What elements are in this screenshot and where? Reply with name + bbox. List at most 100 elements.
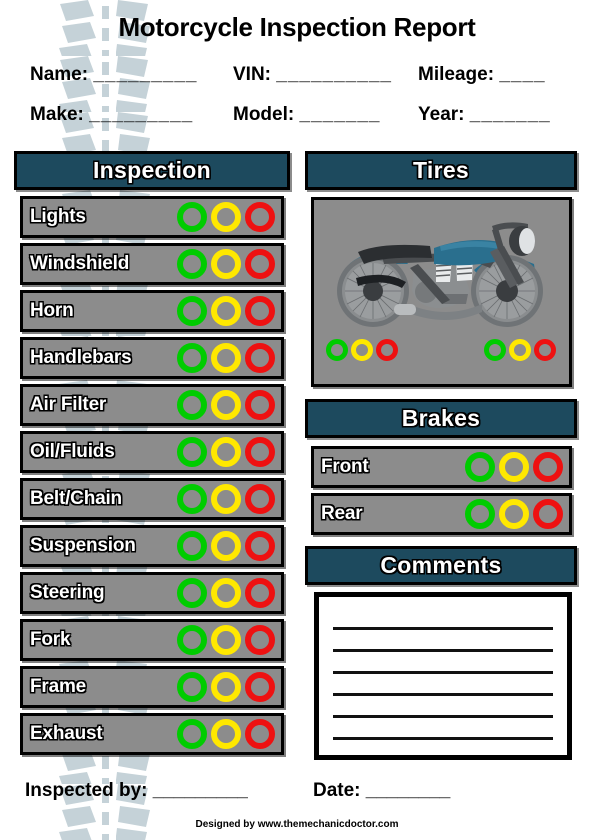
rating-dot-red[interactable] (245, 202, 275, 232)
rating-dot-yellow[interactable] (499, 452, 529, 482)
rating-dot-red[interactable] (534, 339, 556, 361)
inspection-rating-group[interactable] (177, 437, 275, 467)
inspection-rating-group[interactable] (177, 202, 275, 232)
inspection-row-label: Frame (30, 676, 87, 697)
rating-dot-yellow[interactable] (211, 202, 241, 232)
rating-dot-green[interactable] (177, 625, 207, 655)
inspected-by-field[interactable]: Inspected by: _________ (25, 780, 248, 802)
vin-field[interactable]: VIN: __________ (233, 64, 392, 86)
rating-dot-yellow[interactable] (211, 719, 241, 749)
inspection-row[interactable]: Handlebars (20, 337, 284, 379)
rating-dot-green[interactable] (484, 339, 506, 361)
inspection-rating-group[interactable] (177, 296, 275, 326)
rating-dot-green[interactable] (177, 578, 207, 608)
inspection-row[interactable]: Frame (20, 666, 284, 708)
rating-dot-red[interactable] (245, 437, 275, 467)
rating-dot-green[interactable] (177, 672, 207, 702)
rating-dot-yellow[interactable] (211, 578, 241, 608)
inspection-rating-group[interactable] (177, 719, 275, 749)
rating-dot-red[interactable] (245, 390, 275, 420)
inspection-rating-group[interactable] (177, 672, 275, 702)
inspection-rating-group[interactable] (177, 343, 275, 373)
brake-row[interactable]: Front (311, 446, 572, 488)
inspection-row-label: Oil/Fluids (30, 441, 115, 462)
rating-dot-yellow[interactable] (211, 296, 241, 326)
brake-rating-group[interactable] (465, 499, 563, 529)
inspection-row[interactable]: Suspension (20, 525, 284, 567)
rating-dot-green[interactable] (177, 719, 207, 749)
rating-dot-green[interactable] (326, 339, 348, 361)
rating-dot-yellow[interactable] (211, 249, 241, 279)
rating-dot-green[interactable] (177, 249, 207, 279)
rating-dot-red[interactable] (245, 343, 275, 373)
rating-dot-green[interactable] (177, 390, 207, 420)
year-field[interactable]: Year: _______ (418, 104, 551, 126)
inspection-row[interactable]: Horn (20, 290, 284, 332)
rating-dot-yellow[interactable] (211, 531, 241, 561)
rating-dot-yellow[interactable] (351, 339, 373, 361)
rating-dot-green[interactable] (465, 452, 495, 482)
make-field[interactable]: Make: _________ (30, 104, 193, 126)
inspection-rating-group[interactable] (177, 578, 275, 608)
rating-dot-red[interactable] (245, 484, 275, 514)
brake-rating-group[interactable] (465, 452, 563, 482)
comments-section-header: Comments (305, 546, 577, 585)
name-field[interactable]: Name: _________ (30, 64, 197, 86)
front-tire-rating-group[interactable] (484, 339, 556, 361)
inspection-rating-group[interactable] (177, 625, 275, 655)
rating-dot-red[interactable] (245, 296, 275, 326)
model-field[interactable]: Model: _______ (233, 104, 380, 126)
rating-dot-red[interactable] (245, 531, 275, 561)
rating-dot-green[interactable] (177, 531, 207, 561)
brakes-heading: Brakes (401, 405, 481, 431)
rating-dot-red[interactable] (245, 249, 275, 279)
inspected-by-label: Inspected by: (25, 780, 148, 801)
rating-dot-yellow[interactable] (211, 343, 241, 373)
inspection-rating-group[interactable] (177, 531, 275, 561)
inspection-rating-group[interactable] (177, 484, 275, 514)
rating-dot-red[interactable] (245, 672, 275, 702)
inspection-row[interactable]: Air Filter (20, 384, 284, 426)
comments-input[interactable] (314, 592, 572, 760)
rating-dot-yellow[interactable] (211, 390, 241, 420)
inspection-row[interactable]: Oil/Fluids (20, 431, 284, 473)
motorcycle-illustration (337, 222, 543, 327)
page-title: Motorcycle Inspection Report (118, 12, 476, 42)
date-field[interactable]: Date: ________ (313, 780, 450, 802)
rating-dot-yellow[interactable] (211, 484, 241, 514)
inspection-row[interactable]: Exhaust (20, 713, 284, 755)
rating-dot-red[interactable] (533, 452, 563, 482)
brake-row[interactable]: Rear (311, 493, 572, 535)
inspection-row[interactable]: Windshield (20, 243, 284, 285)
rating-dot-yellow[interactable] (211, 437, 241, 467)
inspection-rating-group[interactable] (177, 390, 275, 420)
rating-dot-red[interactable] (245, 625, 275, 655)
rating-dot-yellow[interactable] (211, 625, 241, 655)
inspection-row-label: Air Filter (30, 394, 107, 415)
rating-dot-yellow[interactable] (499, 499, 529, 529)
rear-tire-rating-group[interactable] (326, 339, 398, 361)
rating-dot-green[interactable] (177, 343, 207, 373)
inspection-row[interactable]: Belt/Chain (20, 478, 284, 520)
comment-line (333, 649, 553, 652)
inspection-row[interactable]: Steering (20, 572, 284, 614)
rating-dot-yellow[interactable] (509, 339, 531, 361)
rating-dot-red[interactable] (533, 499, 563, 529)
inspection-rating-group[interactable] (177, 249, 275, 279)
rating-dot-red[interactable] (245, 719, 275, 749)
inspection-row[interactable]: Fork (20, 619, 284, 661)
rating-dot-green[interactable] (177, 484, 207, 514)
rating-dot-green[interactable] (177, 296, 207, 326)
rating-dot-red[interactable] (245, 578, 275, 608)
rating-dot-red[interactable] (376, 339, 398, 361)
make-blank: _________ (89, 104, 194, 125)
inspection-row-label: Fork (30, 629, 71, 650)
rating-dot-yellow[interactable] (211, 672, 241, 702)
comment-line (333, 737, 553, 740)
comment-line (333, 627, 553, 630)
rating-dot-green[interactable] (177, 202, 207, 232)
inspection-row[interactable]: Lights (20, 196, 284, 238)
rating-dot-green[interactable] (465, 499, 495, 529)
mileage-field[interactable]: Mileage: ____ (418, 64, 546, 86)
rating-dot-green[interactable] (177, 437, 207, 467)
